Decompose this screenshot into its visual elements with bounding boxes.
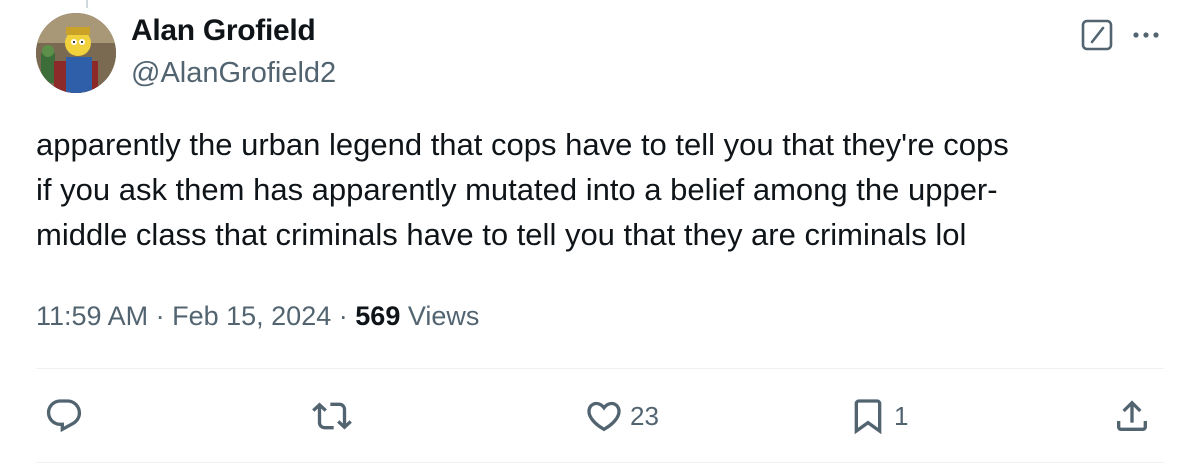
avatar[interactable] [36,13,116,93]
views-label: Views [407,301,480,331]
divider [36,368,1164,369]
retweet-icon [312,402,352,430]
meta-separator: · [155,301,165,331]
author-display-name[interactable]: Alan Grofield [131,13,316,49]
tweet-meta: 11:59 AM · Feb 15, 2024 · 569 Views [36,296,479,336]
share-icon [1117,400,1147,431]
thread-connector-line [86,0,88,8]
meta-separator: · [338,301,348,331]
reply-icon [46,399,82,433]
heart-icon [587,401,621,432]
bookmark-button[interactable]: 1 [848,388,908,444]
grok-icon[interactable] [1080,18,1114,52]
tweet-time[interactable]: 11:59 AM [36,301,148,331]
views-count: 569 [355,301,401,331]
author-handle[interactable]: @AlanGrofield2 [131,55,336,91]
bookmark-icon [854,399,882,435]
retweet-button[interactable] [312,388,352,444]
cartoon-character-avatar-icon [36,13,116,93]
reply-button[interactable] [44,388,84,444]
tweet-text: apparently the urban legend that cops ha… [36,127,1009,252]
like-count: 23 [630,400,659,431]
like-button[interactable]: 23 [584,388,659,444]
divider [36,462,1164,463]
more-options-icon[interactable] [1130,22,1162,48]
tweet-actions-bar: 23 1 [36,388,1166,444]
tweet-date[interactable]: Feb 15, 2024 [172,301,331,331]
bookmark-count: 1 [894,400,909,431]
share-button[interactable] [1112,388,1152,444]
